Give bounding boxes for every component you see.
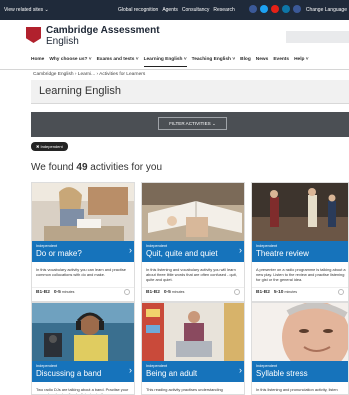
change-language-link[interactable]: Change Language	[306, 7, 347, 13]
card-title-bar: Independent Syllable stress ›	[252, 361, 348, 382]
chevron-right-icon: ›	[239, 365, 242, 375]
activity-photo	[32, 303, 134, 362]
related-sites-dropdown[interactable]: View related sites ⌄	[4, 7, 49, 13]
card-title-bar: Independent Do or make? ›	[32, 241, 134, 262]
breadcrumb[interactable]: Cambridge English › Learni... › Activiti…	[33, 72, 145, 77]
bookmark-icon[interactable]	[234, 289, 240, 295]
utility-link-consultancy[interactable]: Consultancy	[182, 7, 210, 13]
search-input[interactable]	[286, 31, 349, 43]
nav-item-blog[interactable]: Blog	[240, 57, 251, 67]
card-description: In this listening and pronunciation acti…	[256, 387, 338, 392]
nav-item-learning-english[interactable]: Learning English ˅	[143, 57, 187, 67]
page-title: Learning English	[39, 85, 121, 97]
facebook-icon[interactable]	[249, 5, 257, 13]
logo-text-line2: English	[46, 36, 79, 47]
nav-item-why-choose-us[interactable]: Why choose us? ˅	[49, 57, 91, 67]
facebook-icon[interactable]	[293, 5, 301, 13]
card-title: Syllable stress	[256, 369, 308, 378]
card-description: Two radio DJs are talking about a band. …	[36, 387, 129, 395]
utility-link-agents[interactable]: Agents	[162, 7, 178, 13]
activity-photo	[142, 303, 244, 362]
activity-card[interactable]: Independent Theatre review › A presenter…	[251, 182, 349, 302]
nav-item-help[interactable]: Help ˅	[294, 57, 309, 67]
card-title: Discussing a band	[36, 369, 102, 378]
linkedin-icon[interactable]	[282, 5, 290, 13]
activity-card[interactable]: Independent Quit, quite and quiet › In t…	[141, 182, 245, 302]
main-nav: Home Why choose us? ˅ Exams and tests ˅ …	[31, 57, 309, 67]
nav-item-teaching-english[interactable]: Teaching English ˅	[192, 57, 236, 67]
card-title-bar: Independent Being an adult ›	[142, 361, 244, 382]
card-description: In this vocabulary activity you can lear…	[36, 267, 126, 277]
card-divider	[32, 287, 134, 288]
logo-text-line1: Cambridge Assessment	[46, 25, 160, 36]
bookmark-icon[interactable]	[338, 289, 344, 295]
utility-links: Global recognition Agents Consultancy Re…	[118, 7, 235, 13]
card-description: A presenter on a radio programme is talk…	[256, 267, 346, 282]
activity-photo	[32, 183, 134, 242]
shield-icon	[26, 27, 41, 43]
activity-photo	[252, 303, 348, 362]
chevron-right-icon: ›	[129, 245, 132, 255]
card-meta: B1-B2 0-5minutes	[146, 290, 185, 295]
card-title-bar: Independent Discussing a band ›	[32, 361, 134, 382]
utility-bar: View related sites ⌄ Global recognition …	[0, 0, 349, 20]
chevron-right-icon: ›	[239, 245, 242, 255]
nav-item-exams-and-tests[interactable]: Exams and tests ˅	[97, 57, 139, 67]
activity-card[interactable]: Independent Do or make? › In this vocabu…	[31, 182, 135, 302]
activity-photo	[252, 183, 348, 242]
card-description: This reading activity practises understa…	[146, 387, 223, 392]
card-title-bar: Independent Theatre review ›	[252, 241, 348, 262]
social-links	[249, 5, 301, 13]
twitter-icon[interactable]	[260, 5, 268, 13]
card-title-bar: Independent Quit, quite and quiet ›	[142, 241, 244, 262]
activity-card[interactable]: Independent Discussing a band › Two radi…	[31, 302, 135, 395]
card-description: In this listening and vocabulary activit…	[146, 267, 237, 282]
bookmark-icon[interactable]	[124, 289, 130, 295]
activity-photo	[142, 183, 244, 242]
results-count: We found 49 activities for you	[31, 162, 163, 173]
nav-divider	[0, 69, 349, 70]
nav-item-home[interactable]: Home	[31, 57, 44, 67]
utility-link-research[interactable]: Research	[213, 7, 234, 13]
youtube-icon[interactable]	[271, 5, 279, 13]
activity-card[interactable]: Independent Being an adult › This readin…	[141, 302, 245, 395]
card-title: Do or make?	[36, 249, 82, 258]
nav-item-news[interactable]: News	[256, 57, 269, 67]
card-divider	[142, 287, 244, 288]
card-meta: B1-B2 5-10minutes	[256, 290, 298, 295]
card-meta: B1-B2 0-5minutes	[36, 290, 75, 295]
nav-item-events[interactable]: Events	[273, 57, 289, 67]
utility-link-global-recognition[interactable]: Global recognition	[118, 7, 158, 13]
active-filter-chip[interactable]: ✖ Independent	[31, 142, 68, 151]
activity-card[interactable]: Independent Syllable stress › In this li…	[251, 302, 349, 395]
card-divider	[252, 287, 348, 288]
card-title: Quit, quite and quiet	[146, 249, 218, 258]
card-title: Being an adult	[146, 369, 198, 378]
card-title: Theatre review	[256, 249, 309, 258]
chevron-right-icon: ›	[129, 365, 132, 375]
filter-activities-button[interactable]: FILTER ACTIVITIES ⌄	[158, 117, 227, 130]
